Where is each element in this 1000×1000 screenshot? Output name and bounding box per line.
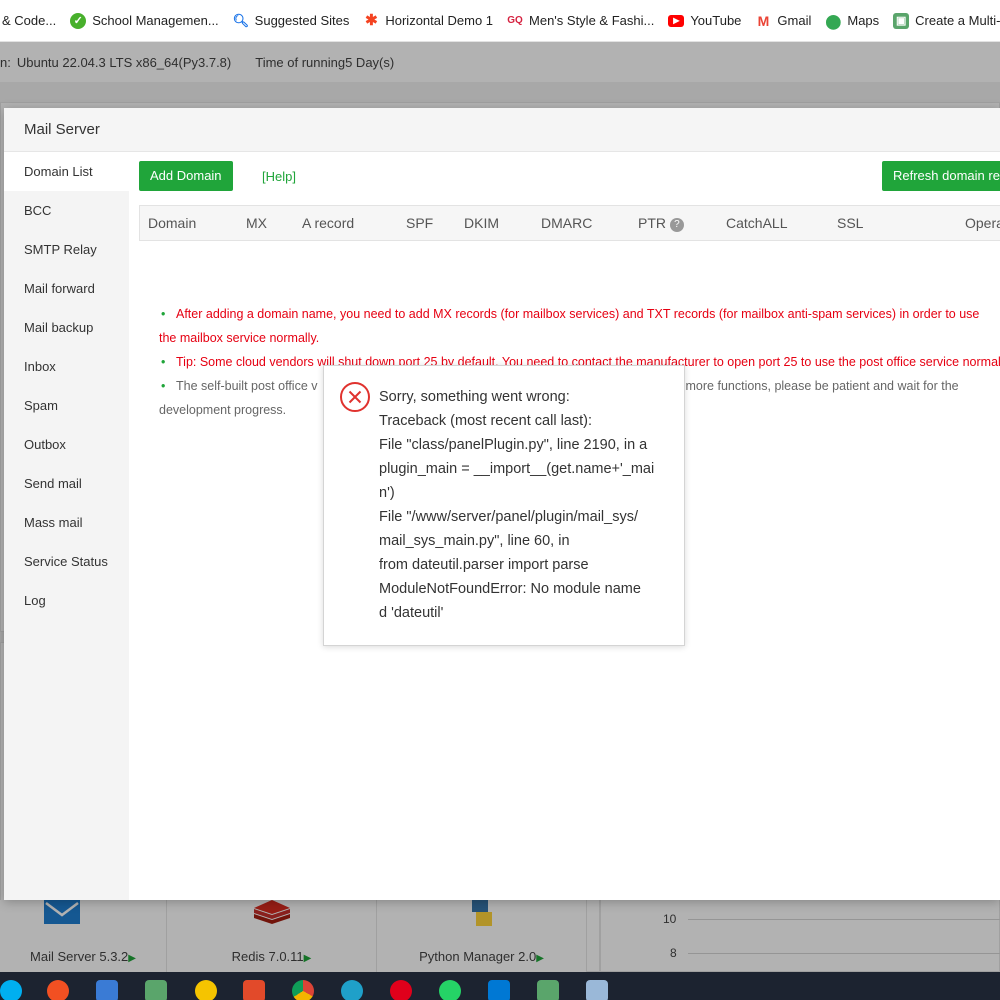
bookmark-label: YouTube xyxy=(690,13,742,28)
whatsapp-icon[interactable] xyxy=(439,980,461,1000)
bookmark-label: School Managemen... xyxy=(92,13,219,28)
error-circle-icon xyxy=(340,382,370,412)
bookmarks-bar: & Code... ✓ School Managemen... 🔍︎ Sugge… xyxy=(0,0,1000,42)
bookmark-code[interactable]: & Code... xyxy=(2,13,56,28)
column-ptr: PTR ? xyxy=(638,206,684,240)
error-line: d 'dateutil' xyxy=(379,605,444,621)
tip-item: After adding a domain name, you need to … xyxy=(159,302,1000,350)
error-line: Traceback (most recent call last): xyxy=(379,413,592,429)
sidebar-item-domain-list[interactable]: Domain List xyxy=(4,152,129,191)
tip-text: development progress. xyxy=(159,403,287,417)
youtube-icon: ▶ xyxy=(668,14,685,27)
sidebar-item-mail-forward[interactable]: Mail forward xyxy=(4,269,129,308)
column-catchall: CatchALL xyxy=(726,215,788,231)
column-operate: Operate xyxy=(965,215,1000,231)
bookmark-label: Gmail xyxy=(777,13,812,28)
bookmark-label: & Code... xyxy=(2,13,57,28)
bookmark-mens-style[interactable]: GQ Men's Style & Fashi... xyxy=(507,13,654,29)
app-icon[interactable] xyxy=(537,980,559,1000)
modal-title: Mail Server xyxy=(4,108,1000,152)
column-mx: MX xyxy=(246,215,267,231)
joomla-icon: ✱ xyxy=(365,11,378,29)
taskbar xyxy=(0,972,1000,1000)
sidebar-item-smtp-relay[interactable]: SMTP Relay xyxy=(4,230,129,269)
sidebar-item-service-status[interactable]: Service Status xyxy=(4,542,129,581)
error-message: Sorry, something went wrong: Traceback (… xyxy=(379,385,671,625)
bookmark-horizontal-demo[interactable]: ✱ Horizontal Demo 1 xyxy=(363,11,494,29)
app-icon[interactable] xyxy=(586,980,608,1000)
sidebar-item-mail-backup[interactable]: Mail backup xyxy=(4,308,129,347)
sidebar-item-send-mail[interactable]: Send mail xyxy=(4,464,129,503)
error-line: mail_sys_main.py", line 60, in xyxy=(379,533,570,549)
tip-text: the mailbox service normally. xyxy=(159,331,320,345)
sidebar-item-mass-mail[interactable]: Mass mail xyxy=(4,503,129,542)
column-ptr-label: PTR xyxy=(638,215,666,231)
bookmark-label: Men's Style & Fashi... xyxy=(529,13,655,28)
column-dkim: DKIM xyxy=(464,215,499,231)
bookmark-label: Horizontal Demo 1 xyxy=(385,13,494,28)
column-a-record: A record xyxy=(302,215,355,231)
error-line: plugin_main = __import__(get.name+'_mai xyxy=(379,461,655,477)
help-link[interactable]: [Help] xyxy=(262,169,296,184)
school-icon: ✓ xyxy=(70,12,87,29)
mail-icon[interactable] xyxy=(96,980,118,1000)
column-ssl: SSL xyxy=(837,215,864,231)
tip-text: The self-built post office v xyxy=(176,379,318,393)
search-icon: 🔍︎ xyxy=(232,12,250,28)
bookmark-multi-step[interactable]: ▣ Create a Multi-Step... xyxy=(893,12,1000,29)
gmail-icon: M xyxy=(757,12,770,29)
domain-table-header: Domain MX A record SPF DKIM DMARC PTR ? … xyxy=(139,205,1000,241)
edge-icon[interactable] xyxy=(341,980,363,1000)
skype-icon[interactable] xyxy=(0,980,22,1000)
column-dmarc: DMARC xyxy=(541,215,593,231)
gq-icon: GQ xyxy=(507,14,523,26)
question-icon[interactable]: ? xyxy=(669,218,684,232)
bookmark-youtube[interactable]: ▶ YouTube xyxy=(668,13,741,28)
sidebar-item-outbox[interactable]: Outbox xyxy=(4,425,129,464)
add-domain-button[interactable]: Add Domain xyxy=(139,161,233,191)
vscode-icon[interactable] xyxy=(488,980,510,1000)
column-domain: Domain xyxy=(148,215,197,231)
bookmark-label: Create a Multi-Step... xyxy=(915,13,1000,28)
bookmark-gmail[interactable]: M Gmail xyxy=(755,12,812,29)
app-icon[interactable] xyxy=(145,980,167,1000)
app-icon[interactable] xyxy=(195,980,217,1000)
modal-sidebar: Domain List BCC SMTP Relay Mail forward … xyxy=(4,152,129,900)
maps-icon: ⬤ xyxy=(825,12,842,29)
chrome-icon[interactable] xyxy=(292,980,314,1000)
tip-text: more functions, please be patient and wa… xyxy=(685,379,959,393)
column-spf: SPF xyxy=(406,215,434,231)
office-icon[interactable] xyxy=(243,980,265,1000)
form-icon: ▣ xyxy=(893,12,910,29)
sidebar-item-inbox[interactable]: Inbox xyxy=(4,347,129,386)
error-line: File "/www/server/panel/plugin/mail_sys/ xyxy=(379,509,638,525)
sidebar-item-log[interactable]: Log xyxy=(4,581,129,620)
bookmark-maps[interactable]: ⬤ Maps xyxy=(825,12,880,29)
error-line: Sorry, something went wrong: xyxy=(379,389,570,405)
bookmark-label: Maps xyxy=(847,13,880,28)
error-line: File "class/panelPlugin.py", line 2190, … xyxy=(379,437,648,453)
sidebar-item-spam[interactable]: Spam xyxy=(4,386,129,425)
bookmark-school-management[interactable]: ✓ School Managemen... xyxy=(70,12,219,29)
bookmark-label: Suggested Sites xyxy=(254,13,350,28)
error-line: ModuleNotFoundError: No module name xyxy=(379,581,641,597)
error-dialog: Sorry, something went wrong: Traceback (… xyxy=(323,365,685,646)
error-line: from dateutil.parser import parse xyxy=(379,557,589,573)
sidebar-item-bcc[interactable]: BCC xyxy=(4,191,129,230)
bookmark-suggested-sites[interactable]: 🔍︎ Suggested Sites xyxy=(233,13,350,29)
refresh-domain-record-button[interactable]: Refresh domain record xyxy=(882,161,1000,191)
tip-text: After adding a domain name, you need to … xyxy=(176,307,980,321)
app-icon[interactable] xyxy=(47,980,69,1000)
error-line: n') xyxy=(379,485,395,501)
opera-icon[interactable] xyxy=(390,980,412,1000)
